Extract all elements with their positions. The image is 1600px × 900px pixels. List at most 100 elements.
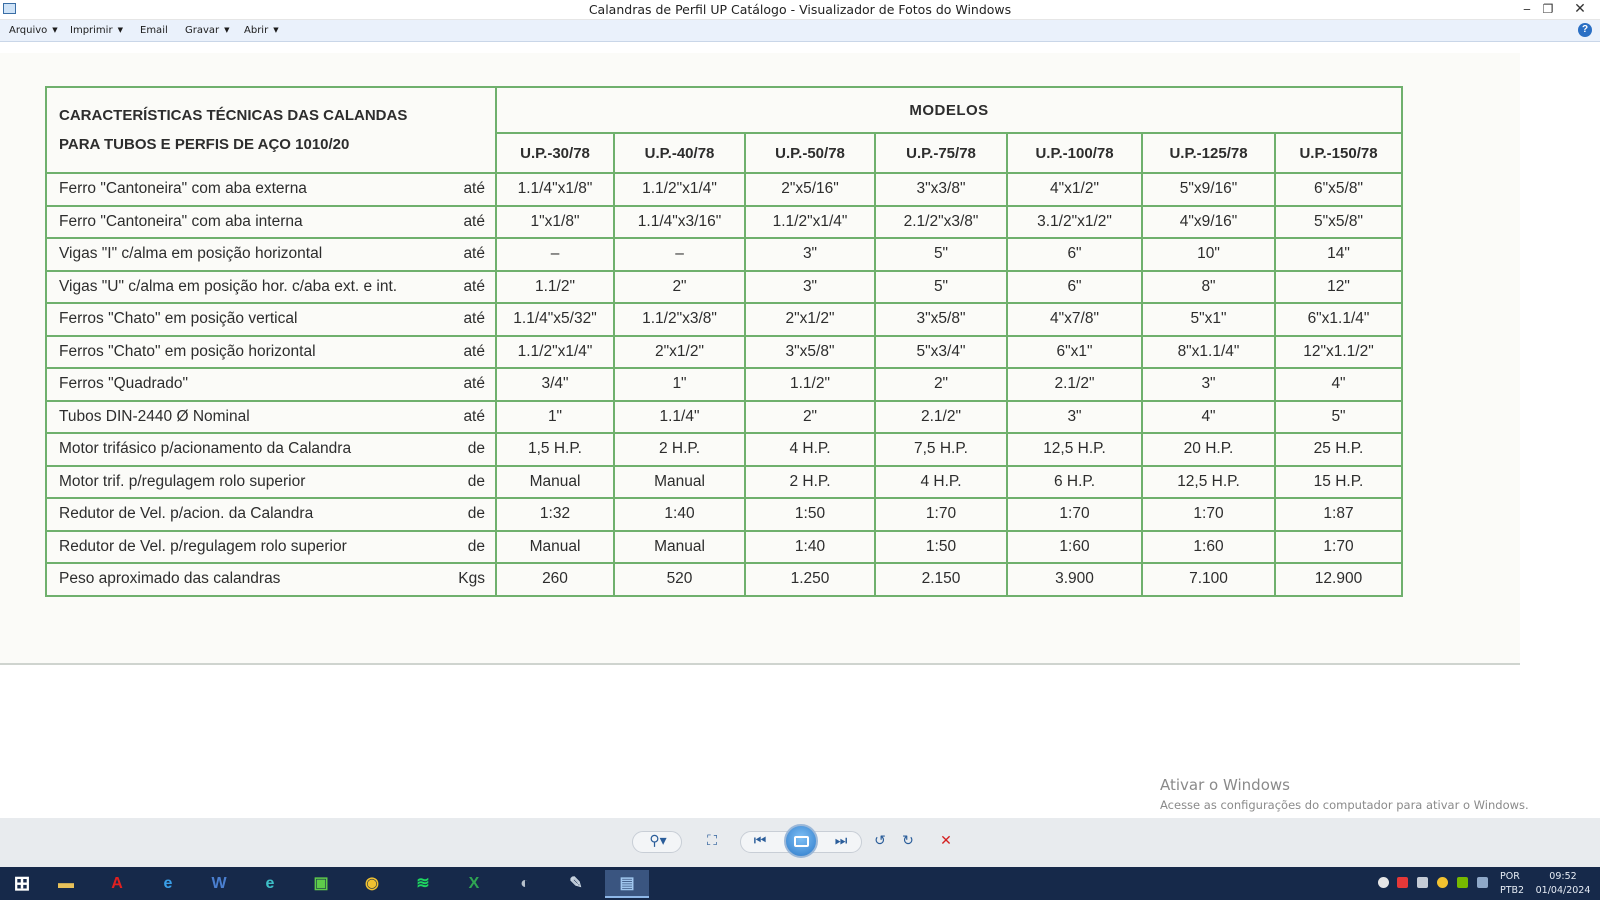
row-label: Ferro "Cantoneira" com aba interna — [45, 204, 446, 239]
tray-icon[interactable] — [1417, 877, 1428, 888]
table-cell: 3" — [744, 237, 876, 272]
row-unit: até — [446, 237, 497, 272]
table-cell: 3"x3/8" — [874, 172, 1008, 207]
table-cell: 1"x1/8" — [495, 204, 615, 239]
table-cell: – — [495, 237, 615, 272]
table-row: Ferros "Chato" em posição vertical até 1.1… — [45, 302, 1403, 337]
menu-imprimir[interactable]: Imprimir ▼ — [70, 25, 123, 36]
previous-icon[interactable]: ⏮ — [750, 833, 770, 851]
table-row: Motor trif. p/regulagem rolo superior de M… — [45, 464, 1403, 499]
table-cell: 1:70 — [1274, 529, 1403, 564]
keyboard-layout: PTB2 — [1500, 885, 1525, 896]
table-cell: 7,5 H.P. — [874, 432, 1008, 467]
row-unit: até — [446, 269, 497, 304]
table-cell: 4"x9/16" — [1141, 204, 1276, 239]
excel-icon[interactable]: X — [452, 870, 496, 898]
table-cell: 1:40 — [744, 529, 876, 564]
tray-icon[interactable] — [1457, 877, 1468, 888]
row-unit: de — [446, 432, 497, 467]
rotate-left-icon[interactable]: ↺ — [870, 833, 890, 851]
row-unit: até — [446, 302, 497, 337]
watermark-subtitle: Acesse as configurações do computador pa… — [1160, 798, 1529, 812]
table-cell: 3"x5/8" — [744, 334, 876, 369]
actual-size-icon[interactable]: ⛶ — [702, 833, 722, 851]
slideshow-icon — [794, 836, 809, 847]
table-cell: 1:87 — [1274, 497, 1403, 532]
table-cell: 20 H.P. — [1141, 432, 1276, 467]
table-cell: 1,5 H.P. — [495, 432, 615, 467]
table-cell: 10" — [1141, 237, 1276, 272]
chevron-down-icon: ▼ — [224, 26, 230, 34]
tray-icon[interactable] — [1437, 877, 1448, 888]
table-cell: 5"x3/4" — [874, 334, 1008, 369]
internet-explorer-icon[interactable]: e — [146, 870, 190, 898]
menu-arquivo-label: Arquivo — [9, 25, 48, 36]
table-cell: 4" — [1274, 367, 1403, 402]
table-cell: 2 H.P. — [613, 432, 746, 467]
table-cell: 6" — [1006, 269, 1143, 304]
model-header: U.P.-30/78 — [495, 132, 615, 174]
delete-icon[interactable]: ✕ — [936, 833, 956, 851]
language-indicator[interactable]: POR PTB2 — [1500, 870, 1524, 898]
edge-icon[interactable]: e — [248, 870, 292, 898]
model-header: U.P.-125/78 — [1141, 132, 1276, 174]
table-cell: 1:60 — [1006, 529, 1143, 564]
table-cell: 4 H.P. — [744, 432, 876, 467]
clock-date: 01/04/2024 — [1535, 885, 1591, 896]
slideshow-button[interactable] — [784, 824, 818, 858]
row-unit: Kgs — [446, 562, 497, 597]
tray-icon[interactable] — [1378, 877, 1389, 888]
table-cell: Manual — [613, 464, 746, 499]
table-cell: 7.100 — [1141, 562, 1276, 597]
table-cell: 5" — [874, 237, 1008, 272]
paint-icon[interactable]: ✎ — [554, 870, 598, 898]
clock[interactable]: 09:52 01/04/2024 — [1530, 870, 1596, 898]
table-cell: 1.1/2"x1/4" — [613, 172, 746, 207]
rotate-right-icon[interactable]: ↻ — [898, 833, 918, 851]
row-label: Vigas "U" c/alma em posição hor. c/aba e… — [45, 269, 446, 304]
tray-icon[interactable] — [1397, 877, 1408, 888]
table-cell: 1:32 — [495, 497, 615, 532]
menu-gravar[interactable]: Gravar ▼ — [185, 25, 230, 36]
table-cell: 5"x9/16" — [1141, 172, 1276, 207]
chevron-down-icon: ▼ — [117, 26, 123, 34]
table-cell: 3"x5/8" — [874, 302, 1008, 337]
media-icon[interactable]: ◐ — [503, 870, 547, 898]
row-label: Redutor de Vel. p/acion. da Calandra — [45, 497, 446, 532]
menu-abrir[interactable]: Abrir ▼ — [244, 25, 279, 36]
menu-email[interactable]: Email — [140, 25, 168, 36]
menu-arquivo[interactable]: Arquivo ▼ — [9, 25, 58, 36]
zoom-icon[interactable]: ⚲▾ — [641, 833, 675, 851]
table-cell: 5" — [1274, 399, 1403, 434]
next-icon[interactable]: ⏭ — [831, 833, 851, 851]
table-cell: 1:70 — [1006, 497, 1143, 532]
table-cell: 6"x5/8" — [1274, 172, 1403, 207]
table-cell: 6"x1.1/4" — [1274, 302, 1403, 337]
word-icon[interactable]: W — [197, 870, 241, 898]
table-cell: 1.1/4" — [613, 399, 746, 434]
chrome-icon[interactable]: ◉ — [350, 870, 394, 898]
table-cell: 520 — [613, 562, 746, 597]
table-cell: 1.1/2" — [744, 367, 876, 402]
restore-button[interactable]: ❐ — [1534, 0, 1562, 19]
modelos-header: MODELOS — [495, 86, 1403, 134]
title-bar: Calandras de Perfil UP Catálogo - Visual… — [0, 0, 1600, 20]
network-icon[interactable] — [1477, 877, 1488, 888]
file-explorer-icon[interactable]: ▬ — [44, 870, 88, 898]
table-cell: 2" — [613, 269, 746, 304]
table-cell: 1.1/4"x1/8" — [495, 172, 615, 207]
photo-viewer-icon[interactable]: ▤ — [605, 870, 649, 898]
row-label: Vigas "I" c/alma em posição horizontal — [45, 237, 446, 272]
start-button[interactable]: ⊞ — [0, 870, 44, 898]
spotify-icon[interactable]: ≋ — [401, 870, 445, 898]
table-row: Tubos DIN-2440 Ø Nominal até 1" 1.1/4" 2" 2.1… — [45, 399, 1403, 434]
help-icon[interactable]: ? — [1578, 23, 1592, 37]
acrobat-icon[interactable]: A — [95, 870, 139, 898]
menu-gravar-label: Gravar — [185, 25, 220, 36]
row-label: Ferros "Quadrado" — [45, 367, 446, 402]
table-cell: 1:70 — [874, 497, 1008, 532]
row-label: Motor trif. p/regulagem rolo superior — [45, 464, 446, 499]
close-button[interactable]: ✕ — [1560, 0, 1600, 19]
store-icon[interactable]: ▣ — [299, 870, 343, 898]
table-cell: 1.1/2"x1/4" — [495, 334, 615, 369]
